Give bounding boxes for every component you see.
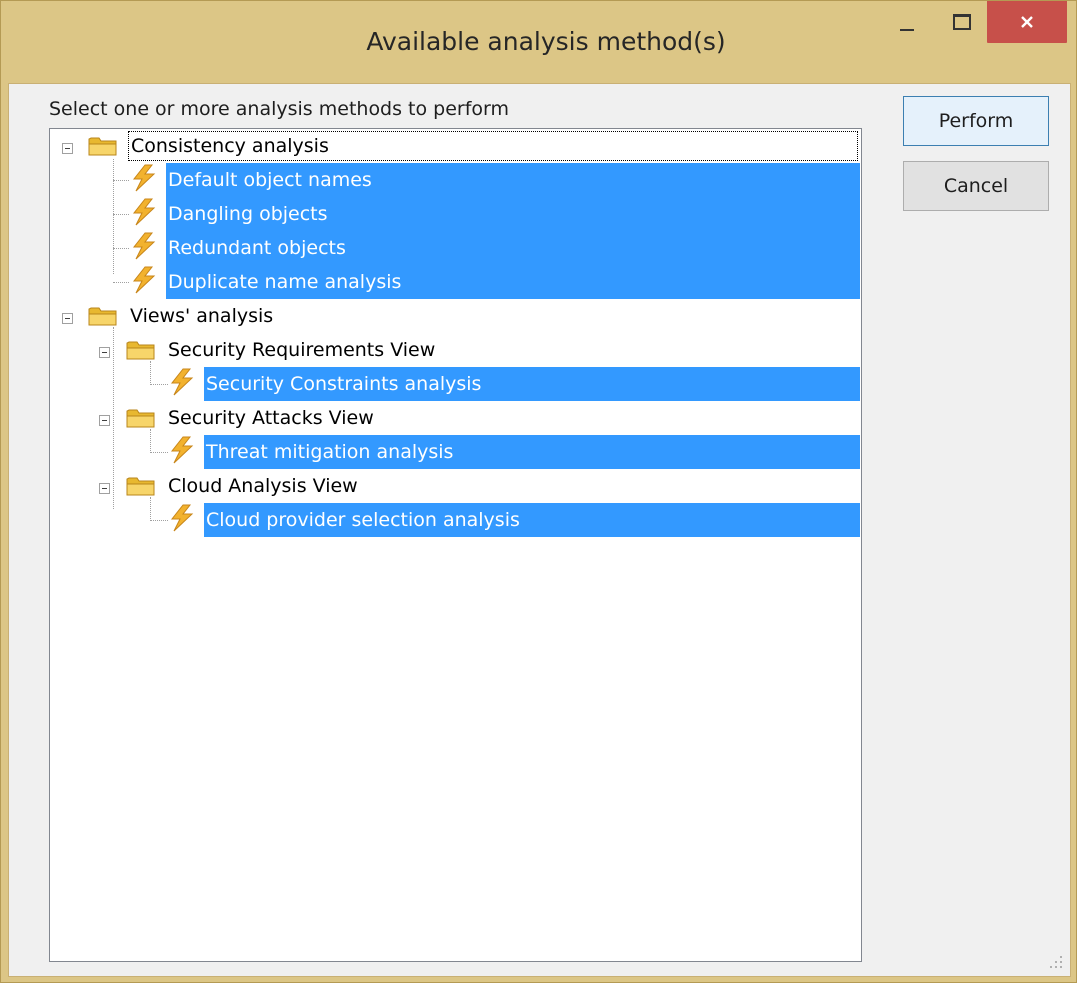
tree-node-views-analysis[interactable]: Views' analysis: [128, 299, 273, 333]
tree-connector: [150, 497, 151, 521]
collapse-toggle[interactable]: [99, 347, 110, 358]
folder-icon: [126, 477, 155, 496]
collapse-toggle[interactable]: [62, 143, 73, 154]
tree-connector: [113, 214, 129, 215]
folder-icon: [126, 341, 155, 360]
tree-node-consistency-analysis[interactable]: Consistency analysis: [128, 131, 858, 161]
instruction-label: Select one or more analysis methods to p…: [49, 98, 510, 120]
tree-connector: [150, 429, 151, 453]
lightning-icon: [132, 164, 156, 192]
dialog-window: Available analysis method(s) Select one …: [0, 0, 1077, 983]
lightning-icon: [170, 368, 194, 396]
cancel-button[interactable]: Cancel: [903, 161, 1049, 211]
tree-item-default-object-names[interactable]: Default object names: [166, 163, 860, 197]
perform-button[interactable]: Perform: [903, 96, 1049, 146]
maximize-icon: [953, 14, 971, 30]
tree-connector: [113, 159, 114, 274]
collapse-toggle[interactable]: [99, 483, 110, 494]
tree-item-threat-mitigation-analysis[interactable]: Threat mitigation analysis: [204, 435, 860, 469]
tree-item-cloud-provider-selection-analysis[interactable]: Cloud provider selection analysis: [204, 503, 860, 537]
close-button[interactable]: [987, 1, 1067, 43]
collapse-toggle[interactable]: [62, 313, 73, 324]
lightning-icon: [132, 198, 156, 226]
resize-grip-icon[interactable]: [1050, 956, 1064, 970]
folder-icon: [88, 307, 117, 326]
lightning-icon: [170, 436, 194, 464]
title-bar[interactable]: Available analysis method(s): [1, 1, 1076, 83]
analysis-method-tree[interactable]: Consistency analysis Default object name…: [49, 128, 862, 962]
folder-icon: [88, 137, 117, 156]
minimize-icon: [900, 29, 914, 31]
tree-item-redundant-objects[interactable]: Redundant objects: [166, 231, 860, 265]
lightning-icon: [170, 504, 194, 532]
tree-connector: [150, 361, 151, 385]
lightning-icon: [132, 266, 156, 294]
tree-connector: [113, 180, 129, 181]
tree-node-security-attacks-view[interactable]: Security Attacks View: [166, 401, 374, 435]
tree-item-dangling-objects[interactable]: Dangling objects: [166, 197, 860, 231]
close-icon: [1021, 16, 1033, 28]
dialog-client-area: Select one or more analysis methods to p…: [8, 83, 1071, 977]
minimize-button[interactable]: [881, 1, 933, 43]
tree-connector: [113, 282, 129, 283]
lightning-icon: [132, 232, 156, 260]
tree-item-duplicate-name-analysis[interactable]: Duplicate name analysis: [166, 265, 860, 299]
maximize-button[interactable]: [937, 1, 987, 43]
tree-connector: [113, 248, 129, 249]
tree-item-security-constraints-analysis[interactable]: Security Constraints analysis: [204, 367, 860, 401]
folder-icon: [126, 409, 155, 428]
tree-connector: [113, 327, 114, 509]
tree-node-cloud-analysis-view[interactable]: Cloud Analysis View: [166, 469, 358, 503]
tree-node-security-requirements-view[interactable]: Security Requirements View: [166, 333, 435, 367]
collapse-toggle[interactable]: [99, 415, 110, 426]
